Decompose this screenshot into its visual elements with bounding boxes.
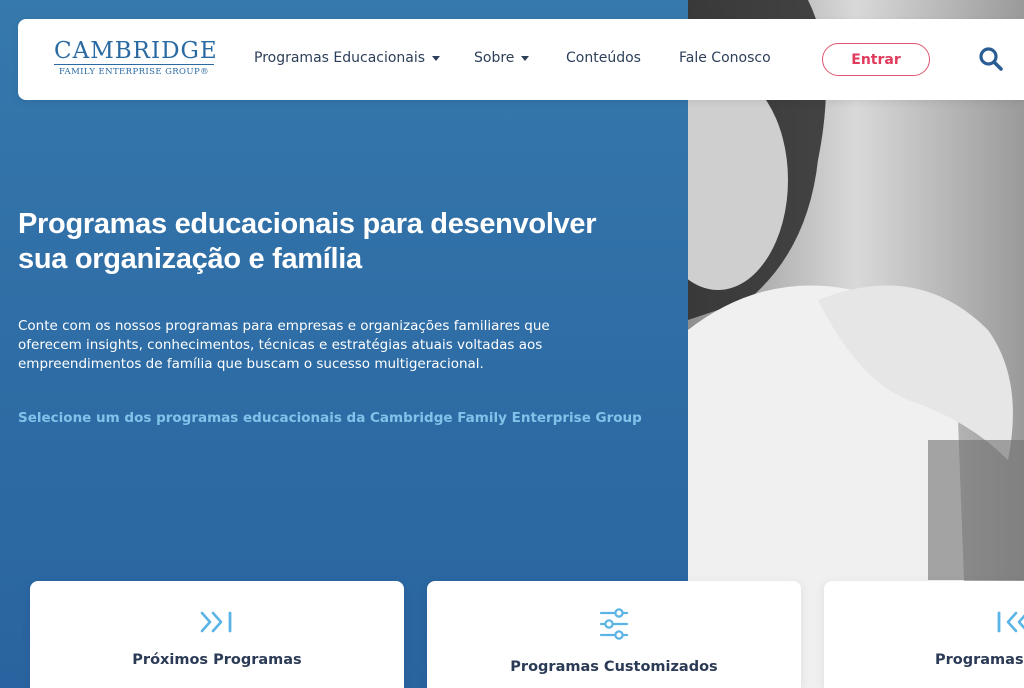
logo-main-text: CAMBRIDGE — [54, 38, 218, 64]
hero-title-line: Programas educacionais para desenvolver — [18, 208, 597, 240]
card-programas-anteriores[interactable]: Programas A — [824, 581, 1024, 688]
select-program-link[interactable]: Selecione um dos programas educacionais … — [18, 410, 642, 426]
nav-item-label: Programas Educacionais — [254, 50, 426, 66]
card-programas-customizados[interactable]: Programas Customizados — [427, 581, 801, 688]
login-button[interactable]: Entrar — [822, 43, 930, 76]
nav-item-label: Sobre — [474, 50, 515, 66]
nav-fale-conosco[interactable]: Fale Conosco — [679, 50, 771, 66]
card-label: Programas A — [935, 652, 1024, 668]
hero-title-line: sua organização e família — [18, 243, 362, 275]
navbar: CAMBRIDGE FAMILY ENTERPRISE GROUP® Progr… — [18, 19, 1024, 100]
search-icon[interactable] — [978, 46, 1004, 72]
card-label: Programas Customizados — [510, 659, 718, 675]
nav-sobre[interactable]: Sobre — [474, 50, 530, 66]
skip-forward-icon — [200, 611, 232, 633]
nav-conteudos[interactable]: Conteúdos — [566, 50, 641, 66]
hero-description-line: empreendimentos de família que buscam o … — [18, 356, 484, 372]
card-label: Próximos Programas — [132, 652, 302, 668]
logo[interactable]: CAMBRIDGE FAMILY ENTERPRISE GROUP® — [54, 38, 218, 77]
hero-title: Programas educacionais para desenvolver … — [18, 207, 638, 277]
hero-description: Conte com os nossos programas para empre… — [18, 317, 578, 374]
caret-down-icon — [521, 55, 530, 61]
nav-item-label: Fale Conosco — [679, 50, 771, 66]
caret-down-icon — [432, 55, 441, 61]
sliders-icon — [599, 608, 629, 640]
logo-divider — [54, 64, 214, 65]
logo-sub-text: FAMILY ENTERPRISE GROUP® — [58, 67, 210, 77]
nav-programas-educacionais[interactable]: Programas Educacionais — [254, 50, 441, 66]
hero-description-line: oferecem insights, conhecimentos, técnic… — [18, 337, 543, 353]
nav-item-label: Conteúdos — [566, 50, 641, 66]
hero-description-line: Conte com os nossos programas para empre… — [18, 318, 550, 334]
skip-back-icon — [997, 611, 1024, 633]
card-proximos-programas[interactable]: Próximos Programas — [30, 581, 404, 688]
